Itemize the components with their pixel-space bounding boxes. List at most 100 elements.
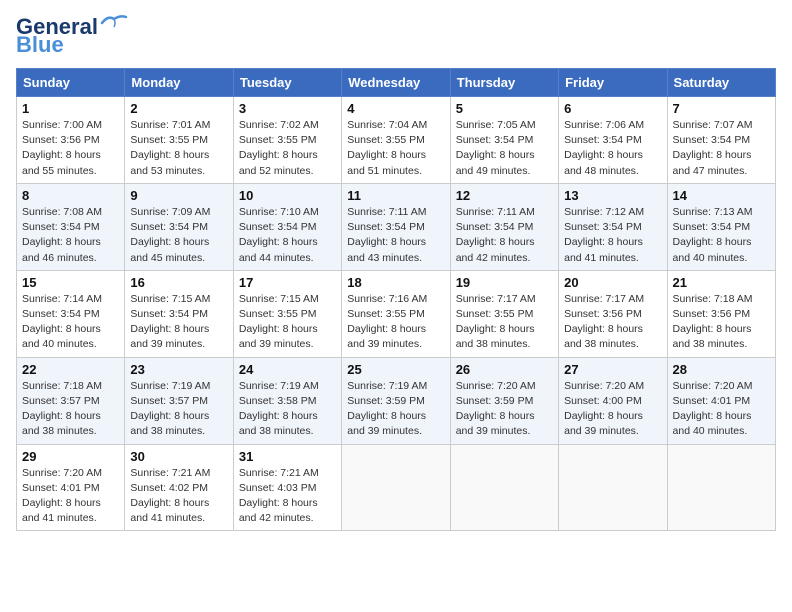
day-info: Sunrise: 7:18 AM Sunset: 3:57 PM Dayligh…	[22, 379, 119, 440]
calendar-week-row: 1 Sunrise: 7:00 AM Sunset: 3:56 PM Dayli…	[17, 97, 776, 184]
day-info: Sunrise: 7:18 AM Sunset: 3:56 PM Dayligh…	[673, 292, 770, 353]
day-number: 2	[130, 101, 227, 116]
day-info: Sunrise: 7:20 AM Sunset: 3:59 PM Dayligh…	[456, 379, 553, 440]
calendar-cell: 25 Sunrise: 7:19 AM Sunset: 3:59 PM Dayl…	[342, 357, 450, 444]
calendar-cell: 28 Sunrise: 7:20 AM Sunset: 4:01 PM Dayl…	[667, 357, 775, 444]
day-info: Sunrise: 7:16 AM Sunset: 3:55 PM Dayligh…	[347, 292, 444, 353]
day-number: 25	[347, 362, 444, 377]
day-info: Sunrise: 7:06 AM Sunset: 3:54 PM Dayligh…	[564, 118, 661, 179]
day-number: 10	[239, 188, 336, 203]
calendar-week-row: 15 Sunrise: 7:14 AM Sunset: 3:54 PM Dayl…	[17, 270, 776, 357]
calendar-cell: 18 Sunrise: 7:16 AM Sunset: 3:55 PM Dayl…	[342, 270, 450, 357]
day-number: 9	[130, 188, 227, 203]
day-info: Sunrise: 7:20 AM Sunset: 4:01 PM Dayligh…	[673, 379, 770, 440]
day-number: 15	[22, 275, 119, 290]
day-number: 6	[564, 101, 661, 116]
day-info: Sunrise: 7:01 AM Sunset: 3:55 PM Dayligh…	[130, 118, 227, 179]
col-tuesday: Tuesday	[233, 69, 341, 97]
calendar-cell: 24 Sunrise: 7:19 AM Sunset: 3:58 PM Dayl…	[233, 357, 341, 444]
col-wednesday: Wednesday	[342, 69, 450, 97]
col-monday: Monday	[125, 69, 233, 97]
day-number: 31	[239, 449, 336, 464]
calendar-cell: 4 Sunrise: 7:04 AM Sunset: 3:55 PM Dayli…	[342, 97, 450, 184]
day-info: Sunrise: 7:09 AM Sunset: 3:54 PM Dayligh…	[130, 205, 227, 266]
day-number: 14	[673, 188, 770, 203]
calendar-cell: 26 Sunrise: 7:20 AM Sunset: 3:59 PM Dayl…	[450, 357, 558, 444]
calendar-cell: 19 Sunrise: 7:17 AM Sunset: 3:55 PM Dayl…	[450, 270, 558, 357]
calendar-cell: 11 Sunrise: 7:11 AM Sunset: 3:54 PM Dayl…	[342, 183, 450, 270]
day-info: Sunrise: 7:19 AM Sunset: 3:59 PM Dayligh…	[347, 379, 444, 440]
calendar-cell: 13 Sunrise: 7:12 AM Sunset: 3:54 PM Dayl…	[559, 183, 667, 270]
calendar-cell: 21 Sunrise: 7:18 AM Sunset: 3:56 PM Dayl…	[667, 270, 775, 357]
calendar-cell: 20 Sunrise: 7:17 AM Sunset: 3:56 PM Dayl…	[559, 270, 667, 357]
day-number: 8	[22, 188, 119, 203]
calendar-cell: 27 Sunrise: 7:20 AM Sunset: 4:00 PM Dayl…	[559, 357, 667, 444]
calendar-cell	[450, 444, 558, 531]
col-friday: Friday	[559, 69, 667, 97]
calendar-week-row: 22 Sunrise: 7:18 AM Sunset: 3:57 PM Dayl…	[17, 357, 776, 444]
day-number: 20	[564, 275, 661, 290]
col-saturday: Saturday	[667, 69, 775, 97]
day-number: 27	[564, 362, 661, 377]
day-info: Sunrise: 7:05 AM Sunset: 3:54 PM Dayligh…	[456, 118, 553, 179]
day-number: 26	[456, 362, 553, 377]
day-info: Sunrise: 7:07 AM Sunset: 3:54 PM Dayligh…	[673, 118, 770, 179]
day-info: Sunrise: 7:17 AM Sunset: 3:56 PM Dayligh…	[564, 292, 661, 353]
day-number: 13	[564, 188, 661, 203]
calendar-cell: 22 Sunrise: 7:18 AM Sunset: 3:57 PM Dayl…	[17, 357, 125, 444]
day-info: Sunrise: 7:04 AM Sunset: 3:55 PM Dayligh…	[347, 118, 444, 179]
day-info: Sunrise: 7:11 AM Sunset: 3:54 PM Dayligh…	[456, 205, 553, 266]
logo: General Blue	[16, 16, 128, 56]
day-number: 16	[130, 275, 227, 290]
day-info: Sunrise: 7:19 AM Sunset: 3:58 PM Dayligh…	[239, 379, 336, 440]
page-header: General Blue	[16, 16, 776, 56]
day-number: 28	[673, 362, 770, 377]
day-number: 4	[347, 101, 444, 116]
logo-bird-icon	[100, 13, 128, 33]
day-number: 30	[130, 449, 227, 464]
day-number: 3	[239, 101, 336, 116]
calendar-cell: 23 Sunrise: 7:19 AM Sunset: 3:57 PM Dayl…	[125, 357, 233, 444]
calendar-cell: 1 Sunrise: 7:00 AM Sunset: 3:56 PM Dayli…	[17, 97, 125, 184]
day-info: Sunrise: 7:15 AM Sunset: 3:55 PM Dayligh…	[239, 292, 336, 353]
day-info: Sunrise: 7:12 AM Sunset: 3:54 PM Dayligh…	[564, 205, 661, 266]
day-number: 21	[673, 275, 770, 290]
day-number: 5	[456, 101, 553, 116]
day-number: 1	[22, 101, 119, 116]
day-number: 22	[22, 362, 119, 377]
calendar-cell: 2 Sunrise: 7:01 AM Sunset: 3:55 PM Dayli…	[125, 97, 233, 184]
calendar-cell: 31 Sunrise: 7:21 AM Sunset: 4:03 PM Dayl…	[233, 444, 341, 531]
day-number: 19	[456, 275, 553, 290]
calendar-cell: 16 Sunrise: 7:15 AM Sunset: 3:54 PM Dayl…	[125, 270, 233, 357]
col-sunday: Sunday	[17, 69, 125, 97]
logo-blue-text: Blue	[16, 34, 64, 56]
day-info: Sunrise: 7:15 AM Sunset: 3:54 PM Dayligh…	[130, 292, 227, 353]
day-number: 29	[22, 449, 119, 464]
calendar-header-row: Sunday Monday Tuesday Wednesday Thursday…	[17, 69, 776, 97]
calendar-cell	[342, 444, 450, 531]
day-number: 17	[239, 275, 336, 290]
day-info: Sunrise: 7:00 AM Sunset: 3:56 PM Dayligh…	[22, 118, 119, 179]
day-number: 11	[347, 188, 444, 203]
calendar-cell: 6 Sunrise: 7:06 AM Sunset: 3:54 PM Dayli…	[559, 97, 667, 184]
day-info: Sunrise: 7:21 AM Sunset: 4:02 PM Dayligh…	[130, 466, 227, 527]
day-info: Sunrise: 7:19 AM Sunset: 3:57 PM Dayligh…	[130, 379, 227, 440]
calendar-cell: 29 Sunrise: 7:20 AM Sunset: 4:01 PM Dayl…	[17, 444, 125, 531]
calendar-cell: 3 Sunrise: 7:02 AM Sunset: 3:55 PM Dayli…	[233, 97, 341, 184]
day-info: Sunrise: 7:10 AM Sunset: 3:54 PM Dayligh…	[239, 205, 336, 266]
day-info: Sunrise: 7:02 AM Sunset: 3:55 PM Dayligh…	[239, 118, 336, 179]
col-thursday: Thursday	[450, 69, 558, 97]
calendar-cell	[559, 444, 667, 531]
calendar-week-row: 29 Sunrise: 7:20 AM Sunset: 4:01 PM Dayl…	[17, 444, 776, 531]
calendar-cell: 10 Sunrise: 7:10 AM Sunset: 3:54 PM Dayl…	[233, 183, 341, 270]
calendar-cell: 17 Sunrise: 7:15 AM Sunset: 3:55 PM Dayl…	[233, 270, 341, 357]
calendar-cell: 12 Sunrise: 7:11 AM Sunset: 3:54 PM Dayl…	[450, 183, 558, 270]
day-number: 18	[347, 275, 444, 290]
day-number: 24	[239, 362, 336, 377]
day-info: Sunrise: 7:14 AM Sunset: 3:54 PM Dayligh…	[22, 292, 119, 353]
day-info: Sunrise: 7:21 AM Sunset: 4:03 PM Dayligh…	[239, 466, 336, 527]
day-info: Sunrise: 7:20 AM Sunset: 4:00 PM Dayligh…	[564, 379, 661, 440]
calendar-cell: 14 Sunrise: 7:13 AM Sunset: 3:54 PM Dayl…	[667, 183, 775, 270]
day-number: 12	[456, 188, 553, 203]
calendar-cell	[667, 444, 775, 531]
